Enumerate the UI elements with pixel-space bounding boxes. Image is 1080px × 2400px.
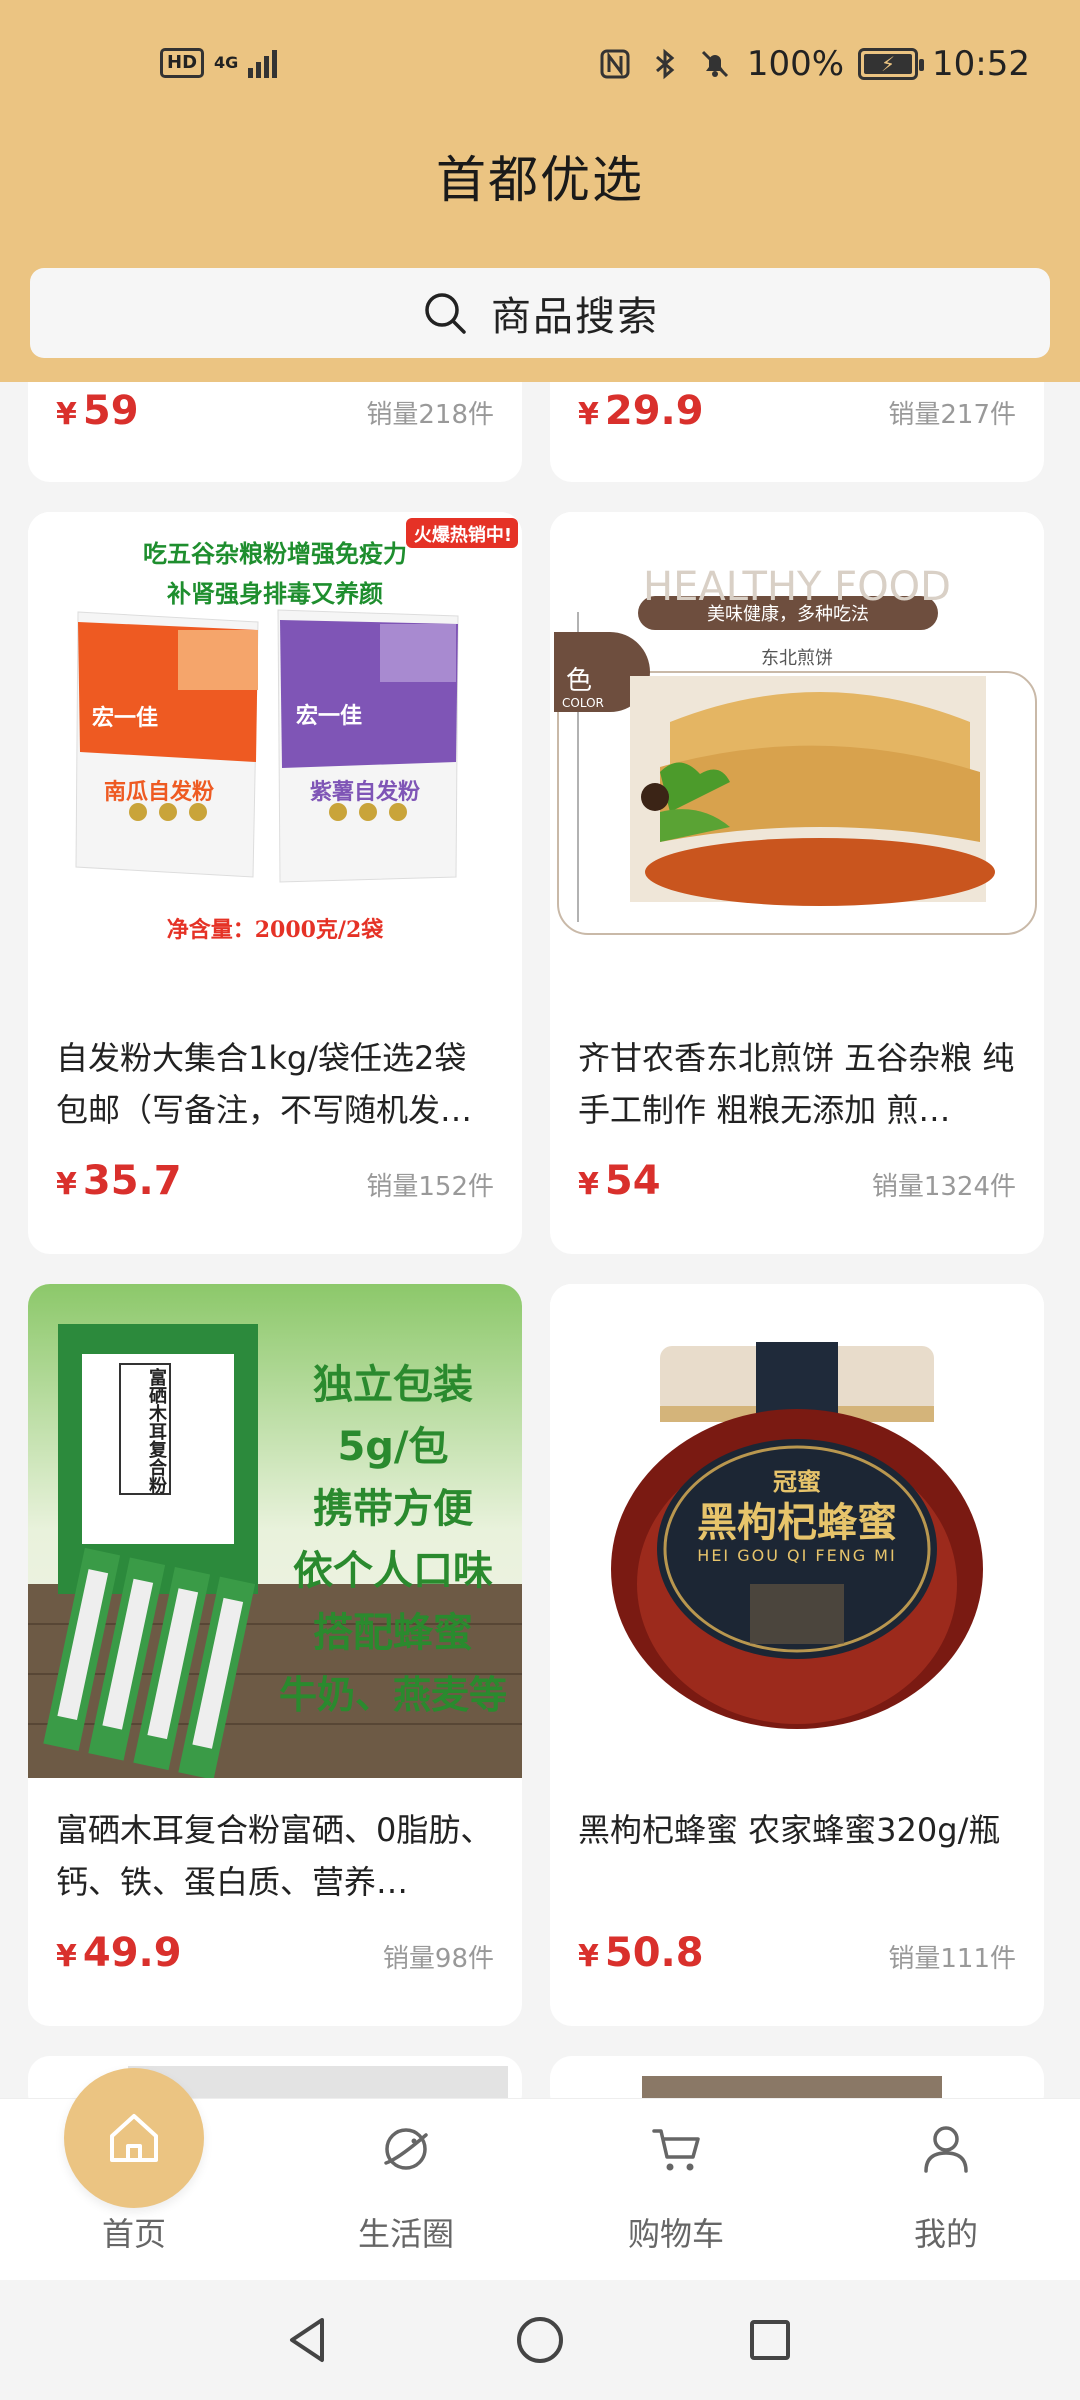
page-title: 首都优选: [436, 151, 644, 209]
nav-label: 首页: [101, 2215, 166, 2253]
nfc-icon: [600, 49, 630, 79]
bag2-label: 紫薯自发粉: [310, 780, 421, 805]
image-line1: 吃五谷杂粮粉增强免疫力: [143, 539, 407, 568]
bag1-brand: 宏一佳: [92, 706, 159, 731]
user-icon: [924, 2126, 968, 2173]
battery-icon: ⚡: [858, 48, 925, 80]
search-icon: [425, 293, 466, 334]
mute-bell-icon: [701, 50, 728, 78]
nav-label: 我的: [913, 2215, 978, 2253]
hd-badge: HD: [160, 48, 205, 78]
product-card[interactable]: 富硒木耳复合粉 独立包装 5g/包 携带方便 依个人口味 搭配蜂蜜 牛奶、燕麦等…: [28, 1284, 522, 2026]
product-sales: 销量152件: [366, 1172, 494, 1202]
product-title: 齐甘农香东北煎饼 五谷杂粮 纯手工制作 粗粮无添加 煎…: [578, 1039, 1015, 1129]
status-bar: HD 4G 100% ⚡ 10:52: [0, 0, 1080, 138]
product-price: ¥54: [578, 1158, 661, 1204]
net-content: 净含量：2000克/2袋: [166, 917, 384, 943]
color-tab: 色: [566, 666, 593, 696]
nav-life-circle[interactable]: 生活圈: [306, 2099, 506, 2281]
recents-icon[interactable]: [738, 2308, 802, 2372]
search-placeholder: 商品搜索: [491, 294, 659, 340]
caption: 东北煎饼: [761, 648, 833, 669]
bluetooth-icon: [655, 48, 675, 80]
app-header: HD 4G 100% ⚡ 10:52 首都优选 商品搜索: [0, 0, 1080, 382]
home-icon: [110, 2114, 158, 2162]
product-sales: 销量217件: [888, 400, 1016, 430]
product-image: HEALTHY FOOD 美味健康，多种吃法 东北煎饼 色 COLOR: [550, 512, 1044, 1006]
nav-mine[interactable]: 我的: [846, 2099, 1046, 2281]
honey-pinyin: HEI GOU QI FENG MI: [697, 1546, 897, 1565]
status-left: HD 4G: [160, 48, 278, 78]
status-right: 100% ⚡ 10:52: [597, 44, 1030, 84]
product-sales: 销量218件: [366, 400, 494, 430]
product-sales: 销量111件: [888, 1944, 1016, 1974]
product-image: 冠蜜 黑枸杞蜂蜜 HEI GOU QI FENG MI: [550, 1284, 1044, 1778]
image-line2: 补肾强身排毒又养颜: [167, 579, 383, 608]
bag1-label: 南瓜自发粉: [104, 780, 215, 805]
promo-line: 牛奶、燕麦等: [278, 1673, 507, 1717]
product-sales: 销量98件: [382, 1944, 494, 1974]
home-button[interactable]: [64, 2068, 204, 2208]
product-image: 火爆热销中! 吃五谷杂粮粉增强免疫力 补肾强身排毒又养颜 宏一佳 南瓜自发粉 宏…: [28, 512, 522, 1006]
system-nav-bar: [0, 2280, 1080, 2400]
nav-label: 购物车: [627, 2215, 724, 2253]
product-price: ¥29.9: [578, 388, 704, 434]
promo-line: 携带方便: [313, 1486, 473, 1532]
product-sales: 销量1324件: [871, 1172, 1016, 1202]
color-tab-sub: COLOR: [562, 696, 604, 710]
tagline: 美味健康，多种吃法: [707, 604, 869, 625]
promo-lines: 独立包装 5g/包 携带方便 依个人口味 搭配蜂蜜 牛奶、燕麦等: [268, 1354, 518, 1726]
promo-line: 搭配蜂蜜: [313, 1610, 473, 1656]
product-title: 黑枸杞蜂蜜 农家蜂蜜320g/瓶: [578, 1811, 1001, 1849]
product-card[interactable]: HEALTHY FOOD 美味健康，多种吃法 东北煎饼 色 COLOR 齐甘农香…: [550, 512, 1044, 1254]
clock: 10:52: [932, 44, 1030, 84]
product-price: ¥49.9: [56, 1930, 182, 1976]
product-price: ¥35.7: [56, 1158, 182, 1204]
battery-percent: 100%: [746, 44, 845, 84]
search-bar[interactable]: 商品搜索: [30, 268, 1050, 358]
nav-cart[interactable]: 购物车: [576, 2099, 776, 2281]
product-title: 富硒木耳复合粉富硒、0脂肪、钙、铁、蛋白质、营养…: [56, 1811, 493, 1901]
network-type: 4G: [214, 53, 239, 72]
cart-icon: [652, 2129, 700, 2171]
box-text: 富硒木耳复合粉: [146, 1368, 167, 1494]
product-price: ¥59: [56, 388, 139, 434]
nav-label: 生活圈: [357, 2215, 454, 2253]
product-card[interactable]: 冠蜜 黑枸杞蜂蜜 HEI GOU QI FENG MI 黑枸杞蜂蜜 农家蜂蜜32…: [550, 1284, 1044, 2026]
home-circle-icon[interactable]: [508, 2308, 572, 2372]
product-title: 自发粉大集合1kg/袋任选2袋包邮（写备注，不写随机发…: [56, 1039, 473, 1129]
bag2-brand: 宏一佳: [296, 704, 363, 729]
promo-line: 5g/包: [337, 1424, 449, 1470]
promo-line: 独立包装: [313, 1362, 473, 1408]
back-icon[interactable]: [276, 2308, 340, 2372]
product-price: ¥50.8: [578, 1930, 704, 1976]
product-card[interactable]: 火爆热销中! 吃五谷杂粮粉增强免疫力 补肾强身排毒又养颜 宏一佳 南瓜自发粉 宏…: [28, 512, 522, 1254]
promo-line: 依个人口味: [293, 1548, 493, 1594]
product-image: 富硒木耳复合粉 独立包装 5g/包 携带方便 依个人口味 搭配蜂蜜 牛奶、燕麦等: [28, 1284, 522, 1778]
signal-icon: [248, 48, 278, 78]
honey-label: 黑枸杞蜂蜜: [697, 1499, 897, 1546]
planet-icon: [384, 2128, 428, 2170]
